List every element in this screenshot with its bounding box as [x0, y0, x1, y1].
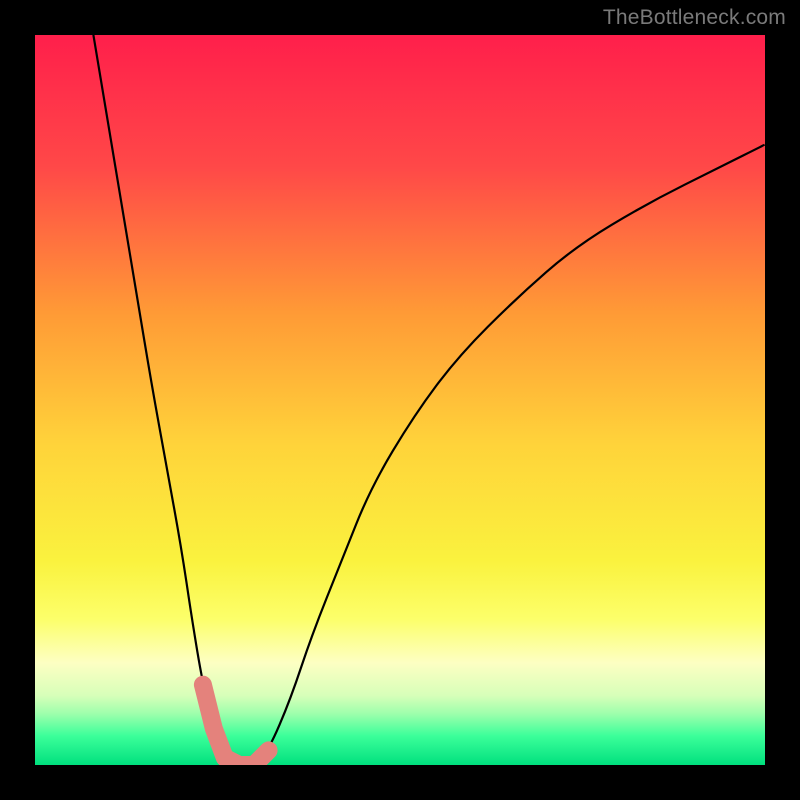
chart-frame: TheBottleneck.com — [0, 0, 800, 800]
plot-area — [35, 35, 765, 765]
watermark-text: TheBottleneck.com — [603, 6, 786, 30]
bottleneck-curve — [35, 35, 765, 765]
